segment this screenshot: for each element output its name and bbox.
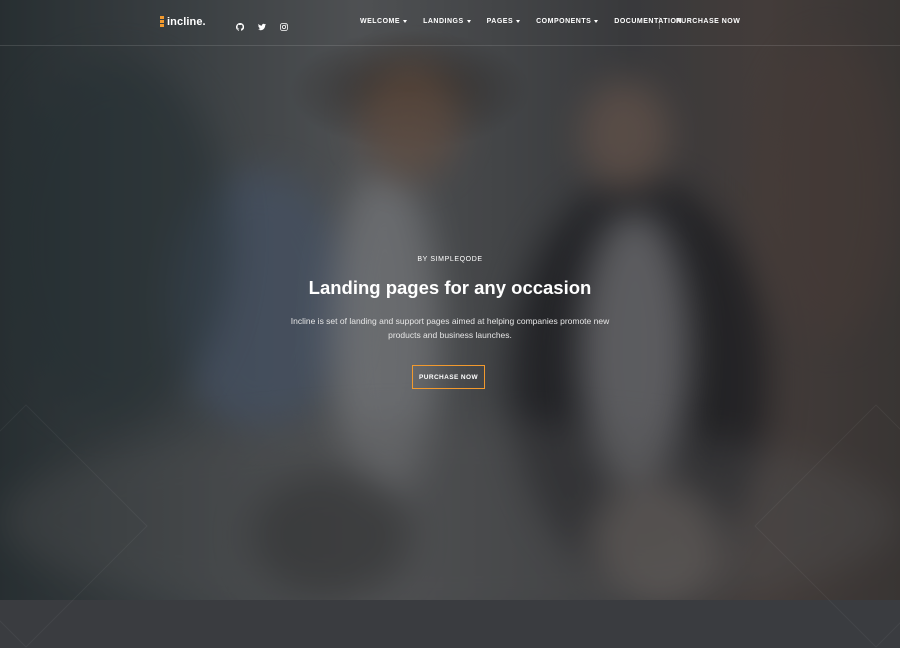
nav-item-components[interactable]: COMPONENTS [536,18,599,25]
nav-item-label: PAGES [486,18,514,25]
brand-name: incline. [167,16,206,28]
caret-down-icon [516,20,521,23]
caret-down-icon [594,20,599,23]
brand-logo[interactable]: incline. [160,16,206,28]
logo-icon [160,16,164,28]
nav-item-documentation[interactable]: DOCUMENTATION [614,18,682,25]
site-header: incline. WELCOME LANDINGS PAGES COMPONEN… [0,0,900,46]
nav-item-label: WELCOME [360,18,401,25]
caret-down-icon [403,20,408,23]
nav-item-label: DOCUMENTATION [614,18,682,25]
hero-title: Landing pages for any occasion [308,277,592,298]
purchase-now-button[interactable]: PURCHASE NOW [412,365,485,389]
nav-item-pages[interactable]: PAGES [487,18,521,25]
hero-description: Incline is set of landing and support pa… [290,316,610,340]
github-icon[interactable] [235,18,245,31]
nav-item-label: COMPONENTS [536,18,592,25]
instagram-icon[interactable] [280,18,288,31]
main-nav: WELCOME LANDINGS PAGES COMPONENTS DOCUME… [360,18,682,25]
nav-divider [659,17,660,29]
social-links [235,18,288,31]
nav-item-welcome[interactable]: WELCOME [360,18,408,25]
hero-kicker: BY SIMPLEQODE [417,256,483,263]
purchase-now-nav-button[interactable]: PURCHASE NOW [676,18,740,25]
caret-down-icon [466,20,471,23]
twitter-icon[interactable] [258,18,266,31]
nav-item-label: LANDINGS [423,18,464,25]
hero-overlay [0,0,900,600]
nav-item-landings[interactable]: LANDINGS [423,18,471,25]
